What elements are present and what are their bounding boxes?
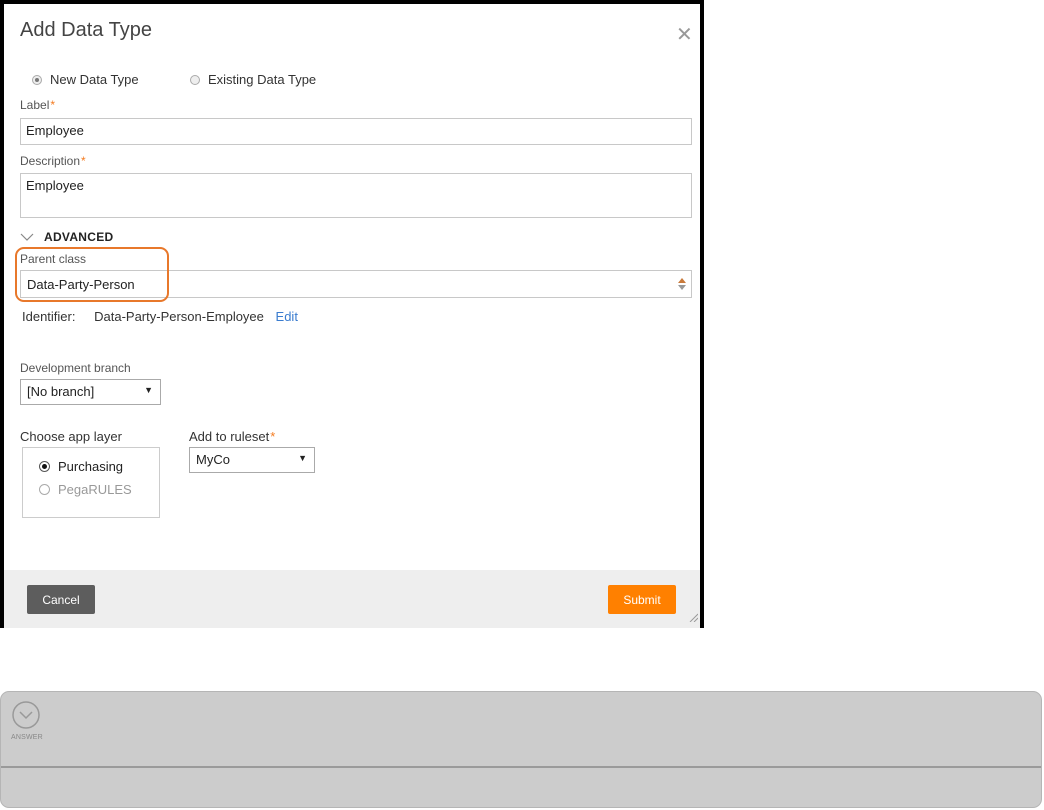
advanced-toggle[interactable]: ADVANCED [20, 230, 114, 244]
identifier-row: Identifier: Data-Party-Person-Employee E… [22, 309, 298, 324]
radio-label: New Data Type [50, 72, 139, 87]
cancel-button[interactable]: Cancel [27, 585, 95, 614]
radio-existing-data-type[interactable]: Existing Data Type [190, 72, 316, 87]
app-layer-label: Choose app layer [20, 429, 122, 444]
submit-button[interactable]: Submit [608, 585, 676, 614]
ruleset-value: MyCo [196, 452, 230, 467]
radio-label: Existing Data Type [208, 72, 317, 87]
development-branch-value: [No branch] [27, 384, 95, 399]
identifier-value: Data-Party-Person-Employee [94, 309, 264, 324]
chevron-down-icon [20, 233, 34, 241]
development-branch-select[interactable]: [No branch] ▼ [20, 379, 161, 405]
app-layer-option-pegarules[interactable]: PegaRULES [39, 482, 132, 497]
app-layer-box: Purchasing PegaRULES [22, 447, 160, 518]
dropdown-arrow-icon: ▼ [144, 385, 153, 395]
required-mark: * [50, 98, 56, 112]
up-down-arrows-icon [678, 278, 686, 290]
answer-label: ANSWER [11, 734, 43, 741]
radio-selected-icon [39, 461, 50, 472]
dialog-footer: Cancel Submit [4, 570, 700, 628]
answer-divider [1, 766, 1041, 768]
answer-panel[interactable]: ANSWER [0, 691, 1042, 808]
chevron-down-circle-icon[interactable] [11, 700, 41, 730]
radio-selected-icon [32, 74, 42, 85]
description-text: Description [20, 154, 81, 168]
app-layer-option-purchasing[interactable]: Purchasing [39, 459, 123, 474]
advanced-heading: ADVANCED [44, 230, 114, 244]
description-textarea[interactable]: Employee [20, 173, 692, 218]
radio-new-data-type[interactable]: New Data Type [32, 72, 139, 87]
resize-grip-icon[interactable] [688, 612, 698, 622]
label-text: Label [20, 98, 50, 112]
label-field-label: Label* [20, 98, 55, 112]
identifier-edit-link[interactable]: Edit [276, 309, 298, 324]
ruleset-label-text: Add to ruleset [189, 429, 270, 444]
required-mark: * [81, 154, 86, 168]
description-field-label: Description* [20, 154, 86, 168]
required-mark: * [270, 429, 276, 444]
label-input[interactable]: Employee [20, 118, 692, 145]
radio-unselected-icon [39, 484, 50, 495]
radio-unselected-icon [190, 74, 200, 85]
identifier-label: Identifier: [22, 309, 76, 324]
ruleset-label: Add to ruleset* [189, 429, 275, 444]
parent-class-highlight [15, 247, 169, 302]
close-icon[interactable]: ✕ [676, 25, 693, 45]
add-data-type-dialog: Add Data Type ✕ New Data Type Existing D… [0, 0, 704, 628]
app-layer-option-label: Purchasing [58, 459, 124, 474]
app-layer-option-label: PegaRULES [58, 482, 132, 497]
dropdown-arrow-icon: ▼ [298, 453, 307, 463]
ruleset-select[interactable]: MyCo ▼ [189, 447, 315, 473]
dialog-title: Add Data Type [20, 19, 152, 41]
development-branch-label: Development branch [20, 361, 131, 375]
